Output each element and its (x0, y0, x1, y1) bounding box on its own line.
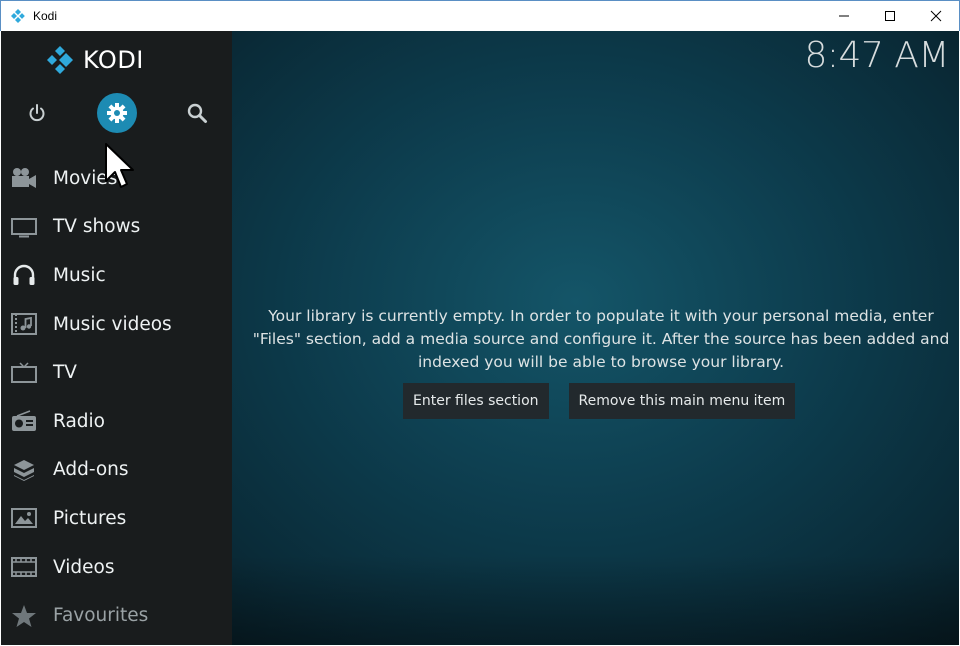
empty-library-actions: Enter files section Remove this main men… (403, 383, 796, 419)
star-icon (11, 604, 37, 628)
menu-item-label: TV (53, 362, 77, 384)
menu-item-label: Favourites (53, 605, 149, 627)
menu-item-label: Add-ons (53, 459, 129, 481)
menu-item-radio[interactable]: Radio (1, 397, 232, 446)
kodi-app-icon (11, 9, 25, 23)
menu-item-label: Pictures (53, 507, 127, 529)
kodi-logo-text: KODI (83, 46, 144, 74)
sidebar: KODI Movies TV shows Music Music videos … (1, 31, 232, 645)
power-button[interactable] (17, 93, 57, 133)
menu-item-videos[interactable]: Videos (1, 543, 232, 592)
kodi-logo-icon (47, 46, 73, 74)
window-controls (821, 1, 959, 31)
mouse-cursor-icon (105, 143, 134, 188)
menu-item-pictures[interactable]: Pictures (1, 494, 232, 543)
headphones-icon (11, 263, 37, 287)
menu-item-label: TV shows (53, 216, 141, 238)
clock: 8:47 AM (804, 35, 950, 76)
minimize-button[interactable] (821, 1, 867, 31)
search-button[interactable] (177, 93, 217, 133)
menu-item-music[interactable]: Music (1, 251, 232, 300)
menu-item-label: Videos (53, 556, 115, 578)
maximize-icon (885, 11, 895, 21)
kodi-home-screen: KODI Movies TV shows Music Music videos … (1, 31, 959, 645)
menu-item-tv[interactable]: TV (1, 348, 232, 397)
movie-camera-icon (11, 166, 37, 190)
enter-files-section-button[interactable]: Enter files section (403, 383, 549, 419)
close-button[interactable] (913, 1, 959, 31)
library-empty-message: Your library is currently empty. In orde… (252, 307, 950, 371)
kodi-logo: KODI (45, 45, 144, 75)
window-titlebar: Kodi (0, 0, 960, 31)
menu-item-music-videos[interactable]: Music videos (1, 300, 232, 349)
picture-icon (11, 506, 37, 530)
radio-icon (11, 409, 37, 433)
minimize-icon (839, 15, 849, 17)
menu-item-label: Music (53, 264, 106, 286)
menu-item-favourites[interactable]: Favourites (1, 591, 232, 640)
power-icon (29, 104, 45, 122)
monitor-icon (11, 215, 37, 239)
menu-item-label: Music videos (53, 313, 172, 335)
menu-item-add-ons[interactable]: Add-ons (1, 446, 232, 495)
addons-box-icon (11, 458, 37, 482)
remove-menu-item-button[interactable]: Remove this main menu item (568, 383, 796, 419)
top-buttons (1, 93, 232, 133)
tv-icon (11, 361, 37, 385)
main-menu: Movies TV shows Music Music videos TV Ra… (1, 154, 232, 640)
gear-icon (107, 103, 127, 123)
film-strip-icon (11, 555, 37, 579)
settings-button[interactable] (97, 93, 137, 133)
music-video-icon (11, 312, 37, 336)
search-icon (187, 103, 207, 123)
maximize-button[interactable] (867, 1, 913, 31)
window-title: Kodi (33, 9, 58, 23)
menu-item-tv-shows[interactable]: TV shows (1, 203, 232, 252)
close-icon (930, 10, 942, 22)
menu-item-label: Radio (53, 410, 105, 432)
